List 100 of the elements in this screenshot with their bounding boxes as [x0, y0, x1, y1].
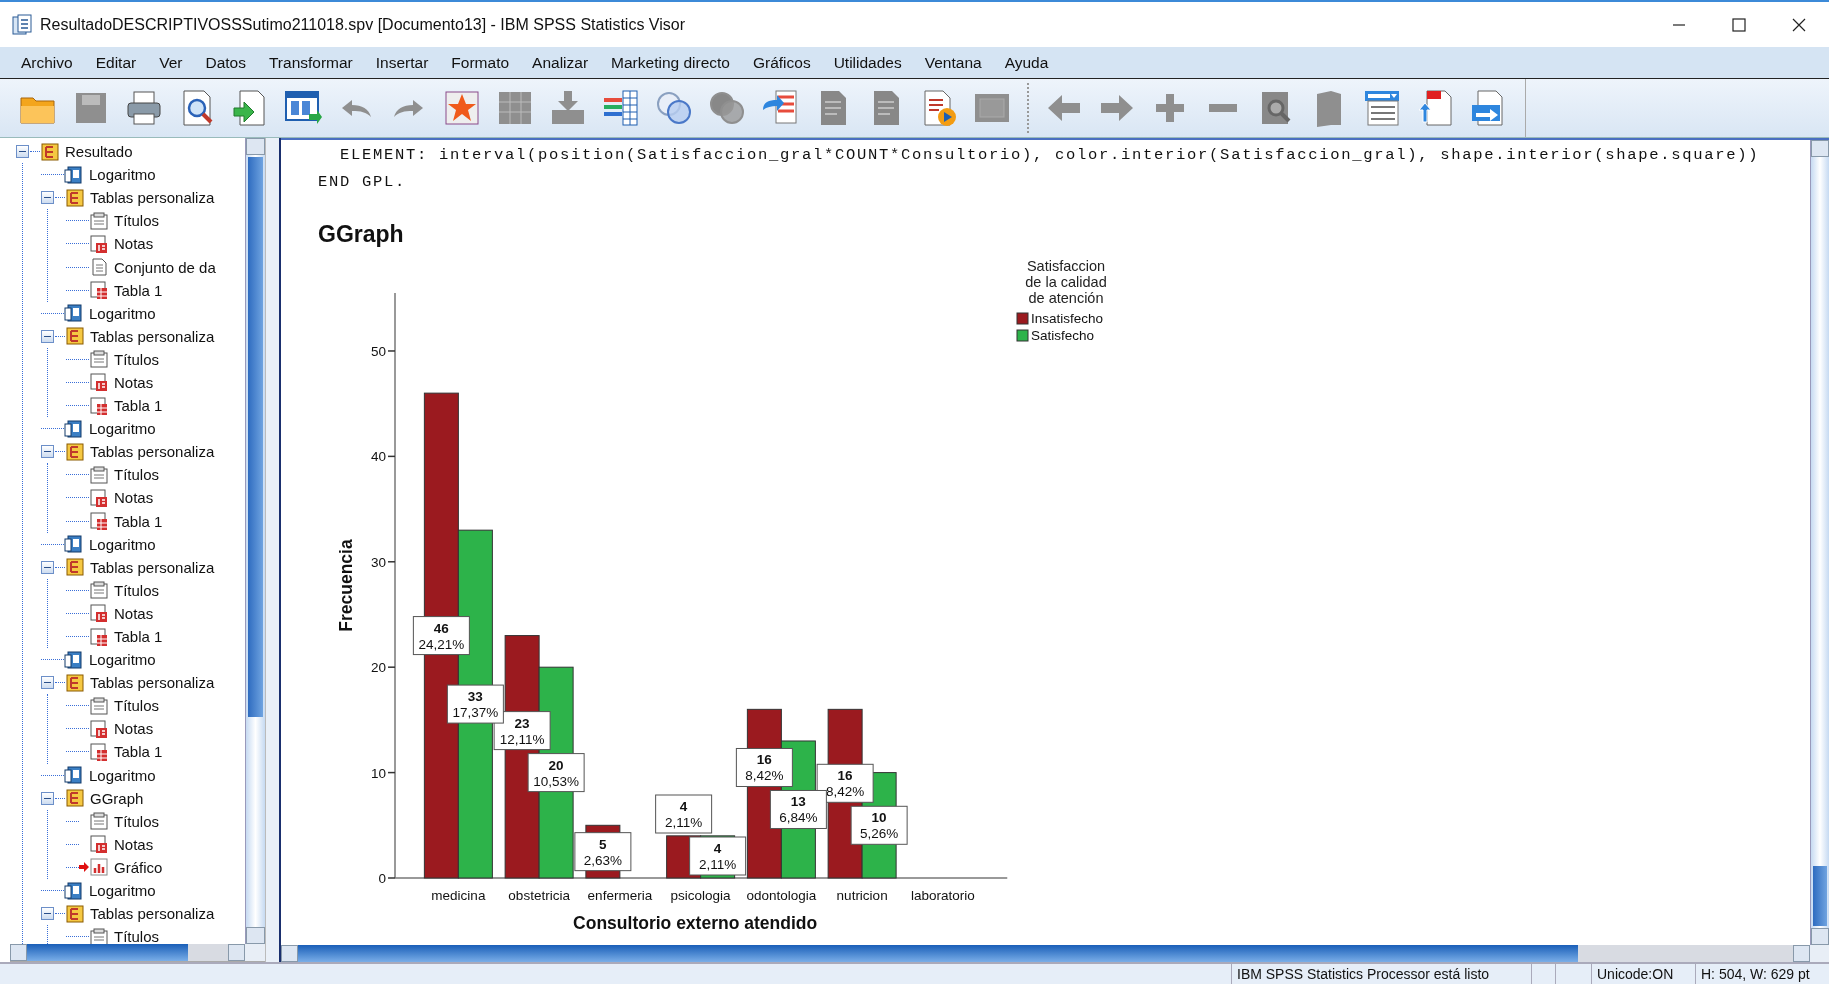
tree-item[interactable]: Logaritmo	[89, 420, 156, 438]
legend-label: Satisfecho	[1031, 328, 1095, 343]
menu-item[interactable]: Ver	[148, 49, 195, 76]
tree-item[interactable]: Logaritmo	[89, 882, 156, 900]
tree-item[interactable]: GGraph	[90, 789, 144, 807]
output-heading: GGraph	[317, 220, 405, 249]
menu-item[interactable]: Editar	[84, 49, 149, 76]
menu-item[interactable]: Ayuda	[993, 49, 1061, 76]
tree-item[interactable]: Tablas personaliza	[90, 558, 215, 576]
menu-item[interactable]: Analizar	[521, 49, 601, 76]
tree-item[interactable]: Logaritmo	[89, 651, 156, 669]
data-label: 20	[548, 757, 564, 773]
tree-item[interactable]: Tabla 1	[114, 743, 163, 761]
x-tick-label: laboratorio	[911, 888, 975, 903]
data-label: 46 24,21%	[412, 616, 470, 656]
data-label: 13 6,84%	[769, 790, 827, 829]
legend-title: Satisfaccion de la calidad de atención	[1025, 258, 1107, 306]
tree-item[interactable]: Conjunto de da	[114, 258, 216, 276]
tree-item[interactable]: Logaritmo	[89, 766, 156, 784]
expander-icon[interactable]	[41, 676, 54, 690]
tree-item[interactable]: Tablas personaliza	[90, 443, 215, 461]
tree-item[interactable]: Títulos	[114, 928, 159, 944]
expander-icon[interactable]	[16, 145, 29, 159]
title-page-icon	[89, 695, 109, 716]
syntax-line: ELEMENT: interval(position(Satisfaccion_gral*COUNT*Consultorio), color.interior(Satisfaccion_gral), shape.interior(shape.square))	[339, 145, 1761, 166]
menu-item[interactable]: Gráficos	[741, 49, 823, 76]
tree-item[interactable]: Notas	[114, 720, 154, 738]
pane-splitter[interactable]	[265, 138, 281, 962]
y-tick-label: 20	[370, 660, 386, 676]
menu-item[interactable]: Formato	[440, 49, 522, 76]
log-book-icon	[64, 164, 84, 185]
menu-item[interactable]: Utilidades	[822, 49, 914, 76]
printer-icon[interactable]	[124, 88, 164, 128]
expander-icon[interactable]	[41, 560, 54, 574]
tree-item[interactable]: Títulos	[114, 466, 159, 484]
tree-item[interactable]: Notas	[114, 235, 154, 253]
menu-item[interactable]: Datos	[194, 49, 258, 76]
title-page-icon	[89, 464, 109, 485]
tree-item[interactable]: Tabla 1	[114, 281, 163, 299]
data-label: 10	[871, 810, 887, 826]
tree-item[interactable]: Tabla 1	[114, 628, 163, 645]
tree-item[interactable]: Notas	[114, 374, 154, 391]
tree-item[interactable]: Logaritmo	[89, 535, 156, 553]
colored-list-icon[interactable]	[601, 88, 641, 128]
data-label: 20 10,53%	[527, 753, 585, 793]
outline-book-icon	[65, 326, 85, 347]
data-label: 46	[433, 620, 450, 636]
tree-item[interactable]: Notas	[114, 835, 154, 853]
log-book-icon	[64, 418, 84, 439]
expander-icon[interactable]	[41, 907, 54, 921]
menu-item[interactable]: Insertar	[364, 49, 441, 76]
menu-item[interactable]: Marketing directo	[600, 49, 742, 76]
tree-item[interactable]: Logaritmo	[89, 304, 156, 322]
star-table-icon[interactable]	[442, 88, 482, 128]
tree-item[interactable]: Tablas personaliza	[90, 189, 215, 207]
bar-chart-page-icon	[89, 857, 109, 878]
maximize-icon[interactable]	[1732, 17, 1746, 32]
tree-item[interactable]: Logaritmo	[89, 166, 156, 184]
tree-item[interactable]: Tablas personaliza	[90, 327, 215, 345]
log-book-icon	[64, 303, 84, 324]
expander-icon[interactable]	[41, 329, 54, 343]
data-label: 13	[790, 794, 807, 810]
title-page-icon	[89, 811, 109, 832]
tree-item[interactable]: Tablas personaliza	[90, 905, 215, 923]
outline-book-icon	[65, 672, 85, 693]
tree-item[interactable]: Títulos	[114, 581, 159, 599]
tree-item[interactable]: Notas	[114, 604, 154, 622]
y-tick-label: 0	[378, 871, 386, 886]
notes-page-icon	[89, 834, 109, 855]
log-book-icon	[64, 880, 84, 901]
menu-item[interactable]: Transformar	[257, 49, 365, 76]
tree-item[interactable]: Títulos	[114, 697, 159, 715]
x-tick-label: obstetricia	[508, 888, 570, 903]
vertical-scrollbar[interactable]	[245, 138, 265, 944]
tree-item[interactable]: Gráfico	[114, 858, 163, 876]
menu-item[interactable]: Archivo	[10, 49, 85, 76]
tree-item[interactable]: Títulos	[114, 812, 159, 830]
tree-item[interactable]: Tablas personaliza	[90, 674, 215, 692]
dropdown-list-icon[interactable]	[1362, 88, 1402, 128]
expander-icon[interactable]	[41, 445, 54, 459]
tree-item[interactable]: Títulos	[114, 350, 159, 368]
expander-icon[interactable]	[41, 791, 54, 805]
expander-icon[interactable]	[41, 191, 54, 205]
horizontal-scrollbar[interactable]	[10, 944, 245, 961]
table-page-icon	[89, 626, 109, 647]
table-page-icon	[89, 280, 109, 301]
data-label: 5	[599, 836, 608, 852]
menu-item[interactable]: Ventana	[913, 49, 994, 76]
title-page-icon	[89, 580, 109, 601]
vertical-scrollbar[interactable]	[1810, 140, 1829, 945]
tree-item[interactable]: Títulos	[114, 212, 159, 230]
horizontal-scrollbar[interactable]	[281, 945, 1810, 962]
tree-item[interactable]: Notas	[114, 489, 154, 507]
tree-item[interactable]: Tabla 1	[114, 397, 163, 415]
x-tick-label: nutricion	[836, 888, 888, 903]
tree-item[interactable]: Resultado	[65, 143, 133, 161]
x-tick-label: enfermeria	[587, 888, 653, 903]
tree-item[interactable]: Tabla 1	[114, 512, 163, 530]
window-title: ResultadoDESCRIPTIVOSSSutimo211018.spv [Documento13] - IBM SPSS Statistics Visor	[40, 15, 686, 34]
close-icon[interactable]	[1792, 17, 1806, 32]
